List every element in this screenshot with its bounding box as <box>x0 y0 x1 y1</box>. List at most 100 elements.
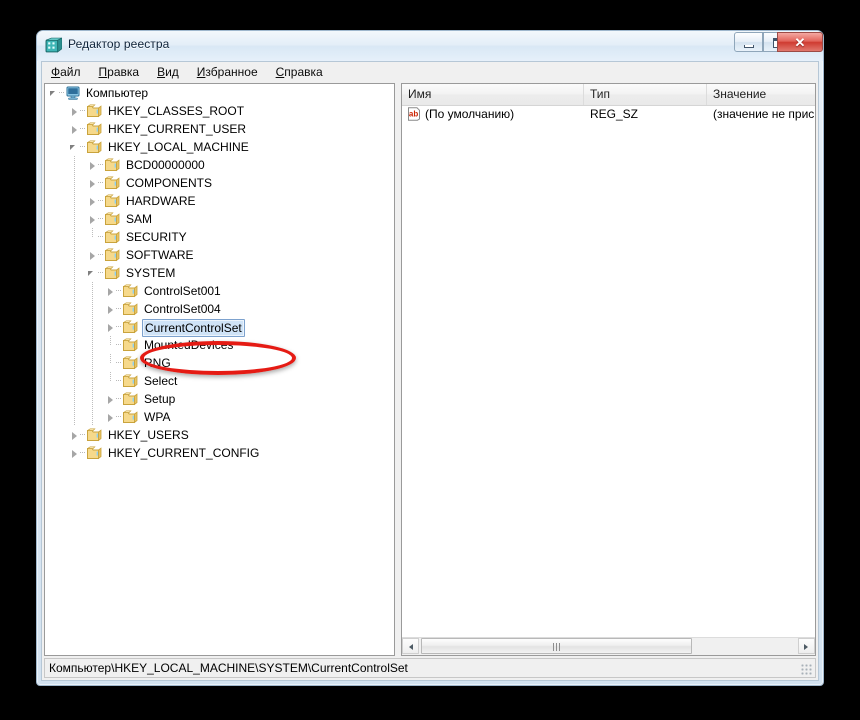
tree-guide-line <box>92 300 93 318</box>
resize-grip[interactable] <box>801 664 813 676</box>
tree-guide-line <box>92 408 93 426</box>
expander-6[interactable] <box>85 210 101 228</box>
scroll-thumb-grip <box>552 643 561 651</box>
scroll-thumb[interactable] <box>421 638 692 654</box>
tree-dot-connector <box>98 254 104 255</box>
folder-icon <box>104 158 120 172</box>
expander-16[interactable] <box>103 390 119 408</box>
tree-item-label: BCD00000000 <box>126 158 205 172</box>
expander-17[interactable] <box>103 408 119 426</box>
value-row[interactable]: ab (По умолчанию) REG_SZ (значение не присв… <box>402 105 815 123</box>
tree-item-hkey-local-machine[interactable]: HKEY_LOCAL_MACHINE <box>45 138 394 156</box>
menu-accel: Ф <box>51 65 61 79</box>
expander-1[interactable] <box>67 120 83 138</box>
tree-item-components[interactable]: COMPONENTS <box>45 174 394 192</box>
tree-item-controlset001[interactable]: ControlSet001 <box>45 282 394 300</box>
menu-accel: И <box>196 65 206 79</box>
tree-item-label: COMPONENTS <box>126 176 213 190</box>
registry-values-pane[interactable]: Имя Тип Значение ab (По умолчанию) REG_SZ (зн… <box>401 83 816 656</box>
scroll-right-arrow-button[interactable] <box>798 638 815 654</box>
expander-0[interactable] <box>67 102 83 120</box>
folder-icon <box>122 284 138 298</box>
tree-dot-connector <box>98 200 104 201</box>
close-button[interactable]: ✕ <box>777 32 823 52</box>
tree-item-label: MountedDevices <box>144 338 234 352</box>
expander-9[interactable] <box>85 264 101 282</box>
tree-dot-connector <box>116 326 122 327</box>
tree-item-bcd00000000[interactable]: BCD00000000 <box>45 156 394 174</box>
tree-dot-connector <box>98 218 104 219</box>
tree-item-hkey-users[interactable]: HKEY_USERS <box>45 426 394 444</box>
tree-dot-connector <box>116 362 122 363</box>
tree-guide-line <box>74 228 75 246</box>
column-header-1[interactable]: Тип <box>584 84 707 105</box>
tree-item-setup[interactable]: Setup <box>45 390 394 408</box>
folder-icon <box>86 428 102 442</box>
svg-text:ab: ab <box>409 109 418 118</box>
expander-12[interactable] <box>103 318 119 336</box>
tree-item-system[interactable]: SYSTEM <box>45 264 394 282</box>
tree-item-hkey-current-config[interactable]: HKEY_CURRENT_CONFIG <box>45 444 394 462</box>
folder-icon <box>86 104 102 118</box>
title-bar[interactable]: Редактор реестра ✕ <box>37 31 823 61</box>
horizontal-scrollbar[interactable] <box>402 637 815 655</box>
folder-icon <box>122 320 138 334</box>
tree-item-select[interactable]: Select <box>45 372 394 390</box>
expander-root[interactable] <box>47 84 63 102</box>
tree-dot-connector <box>98 182 104 183</box>
tree-item-label: SYSTEM <box>126 266 176 280</box>
menu-item-2[interactable]: Вид <box>148 62 188 82</box>
menu-item-0[interactable]: Файл <box>42 62 90 82</box>
tree-dot-connector <box>116 380 122 381</box>
expander-4[interactable] <box>85 174 101 192</box>
tree-dot-connector <box>116 344 122 345</box>
expander-3[interactable] <box>85 156 101 174</box>
tree-item-currentcontrolset[interactable]: CurrentControlSet <box>45 318 394 337</box>
expander-19[interactable] <box>67 444 83 462</box>
menu-item-3[interactable]: Избранное <box>188 62 267 82</box>
menu-accel: В <box>157 65 166 79</box>
menu-accel: С <box>275 65 285 79</box>
tree-dot-connector <box>80 128 86 129</box>
tree-item-hkey-current-user[interactable]: HKEY_CURRENT_USER <box>45 120 394 138</box>
tree-guide-line <box>74 246 75 264</box>
tree-item-rng[interactable]: RNG <box>45 354 394 372</box>
regedit-icon <box>45 37 62 53</box>
menu-item-4[interactable]: Справка <box>267 62 332 82</box>
expander-10[interactable] <box>103 282 119 300</box>
tree-dot-connector <box>98 164 104 165</box>
tree-dot-connector <box>116 398 122 399</box>
registry-tree-pane[interactable]: Компьютер HKEY_CLASSES_ROOT HKEY_CURRENT_U… <box>44 83 395 656</box>
expander-8[interactable] <box>85 246 101 264</box>
tree-root-computer[interactable]: Компьютер <box>45 84 394 102</box>
minimize-button[interactable] <box>734 32 763 52</box>
tree-item-label: SECURITY <box>126 230 187 244</box>
tree-item-sam[interactable]: SAM <box>45 210 394 228</box>
scroll-left-arrow-button[interactable] <box>402 638 419 654</box>
tree-item-controlset004[interactable]: ControlSet004 <box>45 300 394 318</box>
tree-dot-connector <box>116 416 122 417</box>
expander-18[interactable] <box>67 426 83 444</box>
tree-guide-line <box>74 372 75 390</box>
expander-11[interactable] <box>103 300 119 318</box>
tree-item-hardware[interactable]: HARDWARE <box>45 192 394 210</box>
tree-item-software[interactable]: SOFTWARE <box>45 246 394 264</box>
tree-guide-line <box>74 264 75 282</box>
tree-item-security[interactable]: SECURITY <box>45 228 394 246</box>
tree-item-label: Select <box>144 374 178 388</box>
tree-item-mounteddevices[interactable]: MountedDevices <box>45 336 394 354</box>
tree-root-label: Компьютер <box>86 86 149 100</box>
tree-item-label: HKEY_USERS <box>108 428 189 442</box>
menu-item-1[interactable]: Правка <box>90 62 149 82</box>
column-header-0[interactable]: Имя <box>402 84 584 105</box>
expander-2[interactable] <box>67 138 83 156</box>
tree-item-label: ControlSet004 <box>144 302 221 316</box>
tree-guide-line <box>74 192 75 210</box>
expander-5[interactable] <box>85 192 101 210</box>
column-header-2[interactable]: Значение <box>707 84 815 105</box>
list-body[interactable]: ab (По умолчанию) REG_SZ (значение не присв… <box>402 105 815 637</box>
tree-item-hkey-classes-root[interactable]: HKEY_CLASSES_ROOT <box>45 102 394 120</box>
tree-guide-line <box>74 174 75 192</box>
tree-item-wpa[interactable]: WPA <box>45 408 394 426</box>
tree-guide-line <box>92 228 93 237</box>
